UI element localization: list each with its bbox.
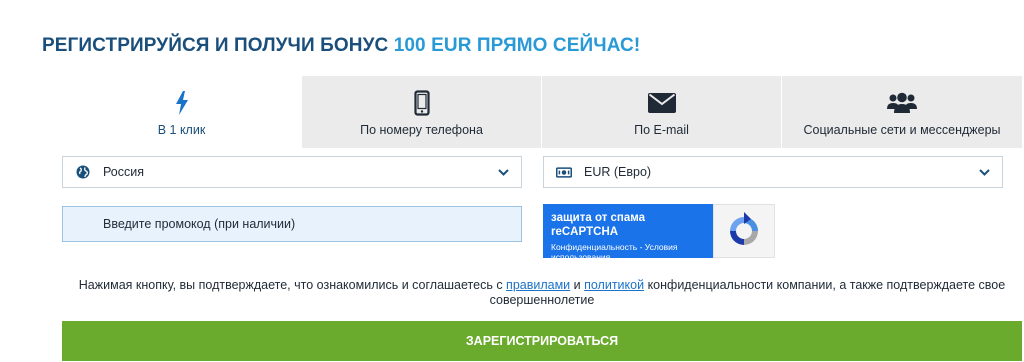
tab-label: По E-mail xyxy=(634,123,689,137)
phone-icon xyxy=(413,89,430,117)
recaptcha-info: защита от спама reCAPTCHA Конфиденциальн… xyxy=(543,204,713,262)
currency-value: EUR (Евро) xyxy=(584,165,652,179)
envelope-icon xyxy=(647,89,676,117)
recaptcha-title: защита от спама reCAPTCHA xyxy=(551,212,646,238)
recaptcha-badge[interactable]: защита от спама reCAPTCHA Конфиденциальн… xyxy=(543,204,775,262)
terms-text-1: Нажимая кнопку, вы подтверждаете, что оз… xyxy=(78,278,507,292)
rules-link[interactable]: правилами xyxy=(506,278,570,292)
terms-notice: Нажимая кнопку, вы подтверждаете, что оз… xyxy=(62,278,1022,308)
recaptcha-links[interactable]: Конфиденциальность - Условия использован… xyxy=(551,242,707,262)
recaptcha-icon xyxy=(713,204,775,258)
promo-placeholder: Введите промокод (при наличии) xyxy=(103,217,296,231)
tab-phone[interactable]: По номеру телефона xyxy=(302,76,542,148)
title-main: РЕГИСТРИРУЙСЯ И ПОЛУЧИ БОНУС xyxy=(42,35,394,56)
chevron-down-icon[interactable] xyxy=(485,157,521,187)
policy-link[interactable]: политикой xyxy=(584,278,644,292)
tab-label: В 1 клик xyxy=(157,123,206,137)
banknote-icon xyxy=(556,164,572,180)
chevron-down-icon[interactable] xyxy=(966,157,1002,187)
tab-one-click[interactable]: В 1 клик xyxy=(62,76,302,148)
tab-label: Социальные сети и мессенджеры xyxy=(803,123,1001,137)
tab-label: По номеру телефона xyxy=(360,123,483,137)
country-value: Россия xyxy=(103,165,144,179)
tab-email[interactable]: По E-mail xyxy=(542,76,782,148)
globe-icon xyxy=(75,164,91,180)
tab-social[interactable]: Социальные сети и мессенджеры xyxy=(782,76,1022,148)
terms-text-2: и xyxy=(570,278,585,292)
lightning-icon xyxy=(175,89,189,117)
promo-code-input[interactable]: Введите промокод (при наличии) xyxy=(62,206,522,242)
register-button[interactable]: ЗАРЕГИСТРИРОВАТЬСЯ xyxy=(62,321,1022,361)
country-select[interactable]: Россия xyxy=(62,156,522,188)
currency-select[interactable]: EUR (Евро) xyxy=(543,156,1003,188)
title-bonus-accent: 100 EUR ПРЯМО СЕЙЧАС! xyxy=(393,35,641,56)
users-icon xyxy=(887,89,917,117)
page-title: РЕГИСТРИРУЙСЯ И ПОЛУЧИ БОНУС 100 EUR ПРЯ… xyxy=(42,35,640,57)
registration-tabs: В 1 клик По номеру телефона По E-mail Со… xyxy=(62,76,1022,148)
